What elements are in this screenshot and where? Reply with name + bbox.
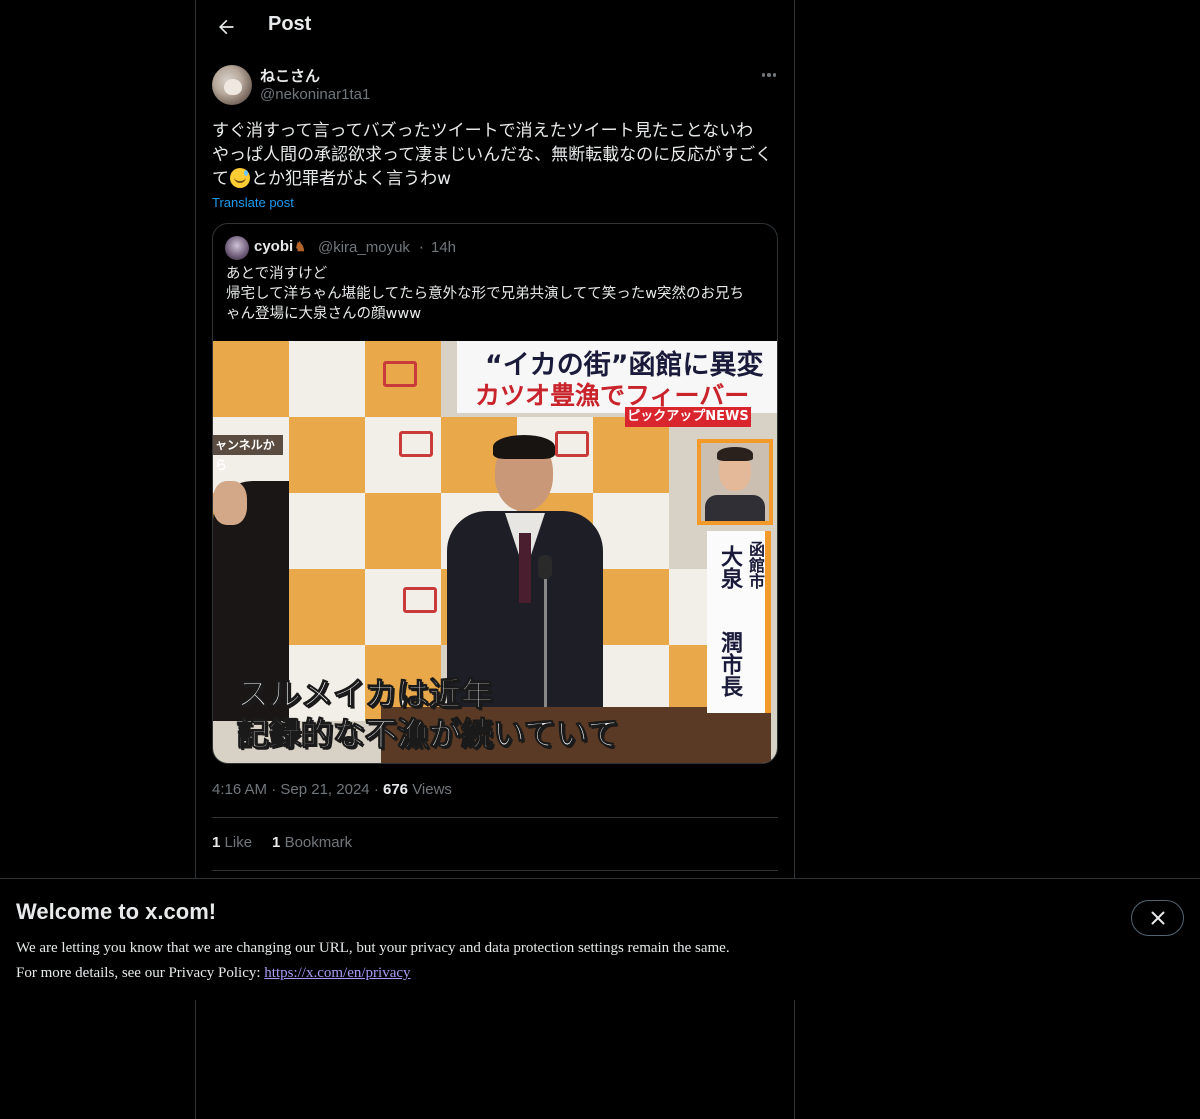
banner-line-2: For more details, see our Privacy Policy… xyxy=(16,961,730,986)
quote-timestamp[interactable]: 14h xyxy=(431,239,456,256)
privacy-policy-link[interactable]: https://x.com/en/privacy xyxy=(264,965,410,981)
banner-body: We are letting you know that we are chan… xyxy=(16,936,730,986)
bookmarks-label: Bookmark xyxy=(284,834,353,851)
city-logo-icon xyxy=(403,587,437,613)
engagement-stats: 1 Like 1 Bookmark xyxy=(212,834,352,851)
author-avatar[interactable] xyxy=(212,65,252,105)
city-logo-icon xyxy=(555,431,589,457)
close-icon xyxy=(1151,911,1164,925)
back-button[interactable] xyxy=(208,9,244,45)
quote-author-name-text: cyobi xyxy=(254,238,294,255)
welcome-banner: Welcome to x.com! We are letting you kno… xyxy=(0,878,1200,1000)
bookmarks-stat[interactable]: 1 Bookmark xyxy=(272,834,352,851)
quote-author-handle[interactable]: @kira_moyuk xyxy=(318,239,410,256)
inset-frame xyxy=(697,439,773,525)
grinning-sweat-emoji xyxy=(230,168,250,188)
post-text-line-3-end: とか犯罪者がよく言うわw xyxy=(251,169,452,189)
author-display-name[interactable]: ねこさん xyxy=(260,65,320,86)
divider xyxy=(212,817,778,818)
likes-label: Like xyxy=(224,834,253,851)
views-label: Views xyxy=(412,781,452,798)
banner-line-2-prefix: For more details, see our Privacy Policy… xyxy=(16,965,265,981)
quote-author-avatar[interactable] xyxy=(225,236,249,260)
more-icon[interactable] xyxy=(754,64,784,86)
page-title: Post xyxy=(268,13,312,35)
microphone-icon xyxy=(538,555,552,579)
bookmarks-count: 1 xyxy=(272,834,281,851)
backdrop-tile xyxy=(289,341,365,417)
subtitle-line-2: 記録的な不漁が続いていて xyxy=(236,715,620,754)
quote-text: あとで消すけど 帰宅して洋ちゃん堪能してたら意外な形で兄弟共演してて笑ったw突然… xyxy=(226,266,745,322)
backdrop-tile xyxy=(289,569,365,645)
backdrop-tile xyxy=(593,569,669,645)
quoted-post[interactable]: cyobi♞ @kira_moyuk · 14h あとで消すけど 帰宅して洋ちゃ… xyxy=(212,223,778,764)
post-text-line-3-start: て xyxy=(212,169,229,189)
city-logo-icon xyxy=(399,431,433,457)
quote-author-name[interactable]: cyobi♞ xyxy=(254,238,306,255)
post-header: Post xyxy=(196,0,794,54)
inset-person xyxy=(701,443,769,521)
name-plate-given: 潤市長 xyxy=(717,631,742,697)
horse-icon: ♞ xyxy=(294,239,306,254)
backdrop-tile xyxy=(213,341,289,417)
back-arrow-icon xyxy=(219,19,234,35)
post-time[interactable]: 4:16 AM xyxy=(212,781,267,798)
city-logo-icon xyxy=(383,361,417,387)
backdrop-tile xyxy=(593,493,669,569)
post-date[interactable]: Sep 21, 2024 xyxy=(280,781,369,798)
inset-hair xyxy=(717,447,753,461)
post-meta: 4:16 AM · Sep 21, 2024 · 676 Views xyxy=(212,781,452,798)
channel-tag: ャンネルから xyxy=(213,435,283,472)
backdrop-tile xyxy=(593,417,669,493)
post-text: すぐ消すって言ってバズったツイートで消えたツイート見たことないわ やっぱ人間の承… xyxy=(212,119,780,191)
divider xyxy=(212,870,778,871)
backdrop-tile xyxy=(289,493,365,569)
name-plate-city: 函館市 xyxy=(746,541,765,589)
speaker-hair xyxy=(493,435,555,459)
post-text-line-2: やっぱ人間の承認欲求って凄まじいんだな、無断転載なのに反応がすごく xyxy=(212,145,773,165)
banner-title: Welcome to x.com! xyxy=(16,899,217,924)
likes-stat[interactable]: 1 Like xyxy=(212,834,252,851)
post-text-line-1: すぐ消すって言ってバズったツイートで消えたツイート見たことないわ xyxy=(212,121,754,141)
translate-post-link[interactable]: Translate post xyxy=(212,195,294,210)
speaker-tie xyxy=(519,533,531,603)
name-plate-family: 大泉 xyxy=(717,545,742,589)
likes-count: 1 xyxy=(212,834,221,851)
views-count: 676 xyxy=(382,781,409,798)
author-handle[interactable]: @nekoninar1ta1 xyxy=(260,86,370,103)
interpreter-head xyxy=(213,481,247,525)
separator-dot: · xyxy=(373,781,383,798)
separator-dot: · xyxy=(419,239,424,257)
pickup-news-badge: ピックアップNEWS xyxy=(625,407,751,427)
separator-dot: · xyxy=(271,781,281,798)
quote-media-image[interactable]: “イカの街”函館に異変 カツオ豊漁でフィーバー ピックアップNEWS ャンネルか… xyxy=(213,341,777,763)
banner-line-1: We are letting you know that we are chan… xyxy=(16,940,730,956)
backdrop-tile xyxy=(365,493,441,569)
inset-body xyxy=(705,495,765,521)
backdrop-tile xyxy=(289,417,365,493)
close-banner-button[interactable] xyxy=(1131,900,1184,936)
